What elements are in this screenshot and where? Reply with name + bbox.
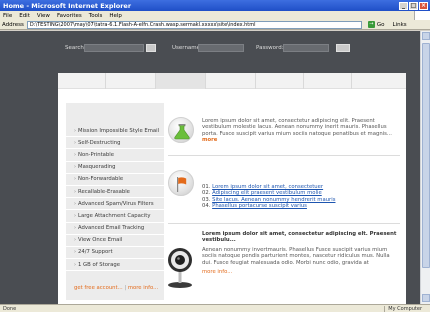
footer-separator: | [124,285,127,291]
nav-tab-5[interactable] [256,73,304,89]
list-link[interactable]: Adipiscing elit praesent vestibulum moli… [212,190,322,196]
nav-tab-4[interactable] [206,73,256,89]
search-label: Search: [65,45,86,51]
feature-item[interactable]: Mission Impossible Style Email [66,125,164,138]
vertical-scrollbar[interactable] [420,31,430,304]
feature-item[interactable]: 24/7 Support [66,247,164,260]
article-block-1: Lorem ipsum dolor sit amet, consectetur … [168,115,400,155]
feature-item[interactable]: Recallable-Erasable [66,186,164,199]
web-page: Search: Username: Password: Mission Impo… [0,31,420,304]
menu-file[interactable]: File [3,13,12,19]
login-bar: Search: Username: Password: [0,43,420,55]
sidebar-footer: get free account... | more info... [74,285,158,291]
sidebar-more-info-link[interactable]: more info... [128,285,158,291]
feature-item[interactable]: Advanced Email Tracking [66,223,164,235]
article-1-text: Lorem ipsum dolor sit amet, consectetur … [202,118,392,137]
window-controls: _ □ × [399,1,430,10]
features-sidebar: Mission Impossible Style Email Self-Dest… [66,103,164,300]
menu-edit[interactable]: Edit [19,13,30,19]
article-block-3: Lorem ipsum dolor sit amet, consectetur … [168,227,400,297]
nav-tab-3[interactable] [156,73,206,89]
search-go-button[interactable] [146,44,156,52]
feature-item[interactable]: Non-Printable [66,149,164,162]
list-link[interactable]: Phasellus portacurse suscipit varius [212,203,307,209]
scroll-thumb[interactable] [422,43,430,268]
nav-tab-6[interactable] [304,73,352,89]
article-3-more-link[interactable]: more info... [202,269,400,275]
windows-logo-icon [414,11,430,20]
address-bar: Address D:\TESTING\2007\may\07\tatra-6.1… [0,20,430,30]
go-button[interactable]: → Go [367,21,385,28]
list-number: 03. [202,196,211,203]
list-number: 04. [202,203,211,210]
menu-tools[interactable]: Tools [89,13,103,19]
divider [168,155,400,156]
flag-icon [168,170,194,196]
feature-item[interactable]: Self-Destructing [66,137,164,150]
status-text: Done [3,305,17,312]
menu-view[interactable]: View [37,13,50,19]
list-number: 02. [202,190,211,197]
feature-item[interactable]: Advanced Spam/Virus Filters [66,198,164,211]
main-panel: Mission Impossible Style Email Self-Dest… [58,73,406,304]
security-zone: My Computer [384,305,430,312]
feature-item[interactable]: 1 GB of Storage [66,259,164,272]
list-number: 01. [202,184,211,190]
menu-favorites[interactable]: Favorites [57,13,82,19]
nav-tab-1[interactable] [58,73,106,89]
feature-item[interactable]: View Once Email [66,235,164,247]
flask-icon [168,117,194,143]
article-3-title: Lorem ipsum dolor sit amet, consectetur … [202,231,397,244]
list-link[interactable]: Lorem ipsum dolor sit amet, consectetuer [212,184,323,190]
menu-help[interactable]: Help [109,13,122,19]
list-link[interactable]: Site lacus. Aenean nonummy hendrerit mau… [212,197,335,203]
webcam-icon [160,245,200,289]
password-label: Password: [256,45,284,51]
status-bar: Done My Computer [0,304,430,312]
go-label: Go [376,21,385,28]
feature-item[interactable]: Non-Forwardable [66,174,164,186]
close-button[interactable]: × [419,1,428,10]
scroll-up-button[interactable] [422,32,430,40]
numbered-links-list: 01. Lorem ipsum dolor sit amet, consecte… [202,184,400,210]
article-1-more-link[interactable]: more [202,137,217,143]
divider [168,223,400,224]
window-titlebar: Home - Microsoft Internet Explorer _ □ × [0,0,430,11]
minimize-button[interactable]: _ [399,1,408,10]
username-input[interactable] [198,44,244,52]
search-input[interactable] [84,44,144,52]
login-button[interactable] [336,44,350,52]
features-list: Mission Impossible Style Email Self-Dest… [66,125,164,272]
window-title: Home - Microsoft Internet Explorer [3,1,132,10]
nav-tabs [58,73,406,89]
feature-item[interactable]: Large Attachment Capacity [66,210,164,223]
links-button[interactable]: Links [393,22,407,28]
article-3-text: Aenean nonummy invertmauris. Phasellus F… [202,246,390,266]
nav-tab-2[interactable] [106,73,156,89]
menu-bar: File Edit View Favorites Tools Help [0,11,430,20]
address-input[interactable]: D:\TESTING\2007\may\07\tatra-6.1.Flash-A… [26,20,362,29]
maximize-button[interactable]: □ [409,1,418,10]
password-input[interactable] [283,44,329,52]
scroll-down-button[interactable] [422,294,430,302]
get-free-account-link[interactable]: get free account... [74,285,123,291]
address-label: Address [2,21,24,28]
go-arrow-icon: → [367,21,375,28]
feature-item[interactable]: Masquerading [66,162,164,174]
article-block-2: 01. Lorem ipsum dolor sit amet, consecte… [168,161,400,217]
